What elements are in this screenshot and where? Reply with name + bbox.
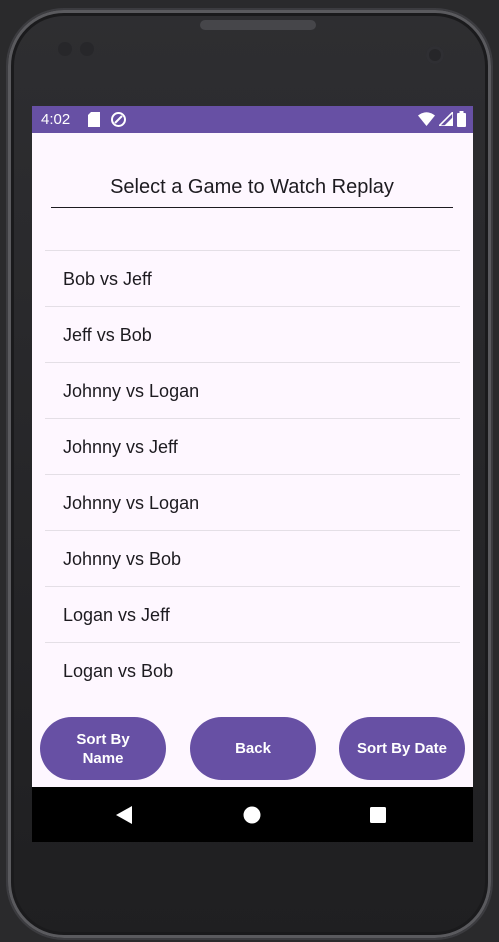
battery-icon: [457, 111, 466, 132]
list-item[interactable]: Logan vs Jeff: [45, 586, 460, 642]
status-icons: [418, 110, 466, 132]
data-saver-icon: [110, 111, 127, 133]
game-label: Johnny vs Logan: [63, 381, 200, 401]
recents-square-icon[interactable]: [367, 804, 389, 826]
list-item[interactable]: Johnny vs Bob: [45, 530, 460, 586]
front-camera: [426, 46, 444, 64]
list-item[interactable]: Logan vs Bob: [45, 642, 460, 698]
wifi-icon: [418, 112, 435, 131]
game-label: Johnny vs Logan: [63, 493, 200, 513]
sensor-dot: [80, 42, 94, 56]
back-button[interactable]: Back: [190, 717, 316, 780]
status-time: 4:02: [41, 111, 71, 128]
game-label: Johnny vs Bob: [63, 549, 182, 569]
system-navigation-bar: [32, 787, 473, 842]
phone-screen: 4:02 Select a Game to Watch Replay Bob v: [32, 106, 473, 842]
back-triangle-icon[interactable]: [113, 804, 135, 826]
sort-by-date-button[interactable]: Sort By Date: [339, 717, 465, 780]
list-item[interactable]: Bob vs Jeff: [45, 250, 460, 306]
title-container: Select a Game to Watch Replay: [51, 164, 453, 208]
home-circle-icon[interactable]: [241, 804, 263, 826]
sd-card-icon: [88, 112, 100, 132]
sensor-dot: [58, 42, 72, 56]
list-item[interactable]: Johnny vs Jeff: [45, 418, 460, 474]
game-label: Logan vs Bob: [63, 661, 174, 681]
earpiece-speaker: [200, 20, 316, 30]
game-label: Logan vs Jeff: [63, 605, 170, 625]
game-replay-list: Bob vs Jeff Jeff vs Bob Johnny vs Logan …: [45, 250, 460, 698]
sort-by-name-button[interactable]: Sort By Name: [40, 717, 166, 780]
status-bar: 4:02: [32, 106, 473, 133]
game-label: Bob vs Jeff: [63, 269, 152, 289]
signal-icon: [437, 110, 454, 131]
list-item[interactable]: Johnny vs Logan: [45, 362, 460, 418]
game-label: Jeff vs Bob: [63, 325, 152, 345]
list-item[interactable]: Jeff vs Bob: [45, 306, 460, 362]
game-label: Johnny vs Jeff: [63, 437, 178, 457]
page-title: Select a Game to Watch Replay: [110, 176, 394, 198]
list-item[interactable]: Johnny vs Logan: [45, 474, 460, 530]
